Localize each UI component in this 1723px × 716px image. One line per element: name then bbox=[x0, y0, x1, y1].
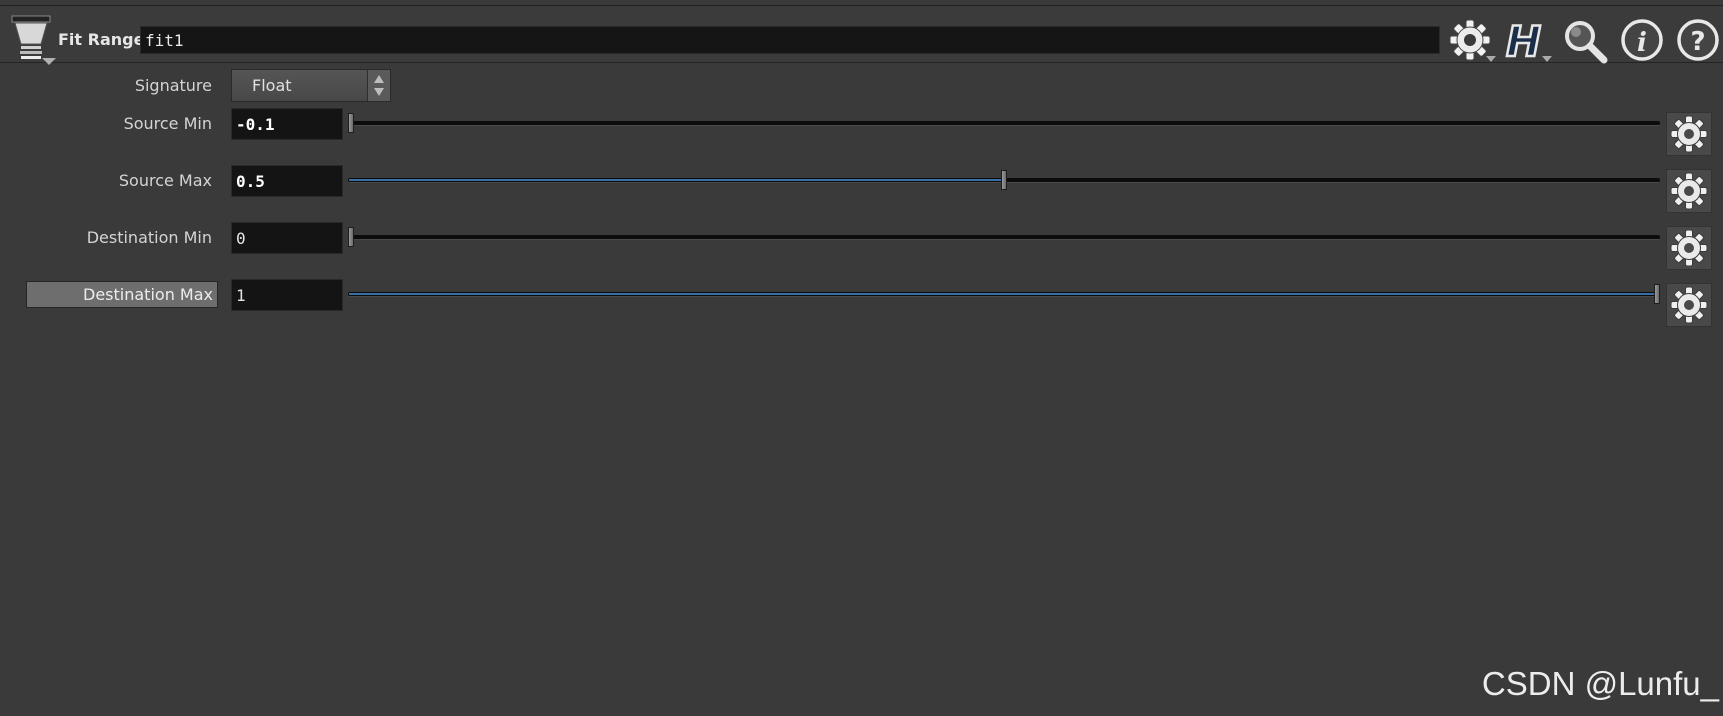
destination-max-label[interactable]: Destination Max bbox=[26, 281, 218, 308]
slider-fill bbox=[349, 293, 1659, 295]
fit-range-node-icon[interactable] bbox=[8, 14, 58, 66]
signature-select[interactable]: Float bbox=[231, 69, 391, 102]
destination-min-slider[interactable] bbox=[348, 227, 1660, 247]
source-max-field[interactable] bbox=[231, 165, 343, 197]
houdini-h-icon[interactable]: H bbox=[1504, 18, 1552, 66]
source-min-channel-gear-button[interactable] bbox=[1666, 112, 1712, 156]
help-icon[interactable]: ? bbox=[1674, 18, 1722, 66]
destination-max-field[interactable] bbox=[231, 279, 343, 311]
gear-icon bbox=[1670, 229, 1708, 267]
search-icon[interactable] bbox=[1562, 18, 1610, 66]
source-max-label: Source Max bbox=[118, 171, 212, 190]
source-min-slider[interactable] bbox=[348, 113, 1660, 133]
source-min-field[interactable] bbox=[231, 108, 343, 140]
slider-handle[interactable] bbox=[1654, 284, 1660, 304]
source-max-channel-gear-button[interactable] bbox=[1666, 169, 1712, 213]
slider-handle[interactable] bbox=[348, 113, 354, 133]
slider-fill bbox=[349, 179, 1003, 181]
source-max-slider[interactable] bbox=[348, 170, 1660, 190]
slider-handle[interactable] bbox=[1001, 170, 1007, 190]
slider-handle[interactable] bbox=[348, 227, 354, 247]
destination-max-channel-gear-button[interactable] bbox=[1666, 283, 1712, 327]
destination-min-channel-gear-button[interactable] bbox=[1666, 226, 1712, 270]
spinner-arrows-icon bbox=[367, 70, 390, 101]
node-type-label: Fit Range bbox=[58, 30, 145, 49]
slider-track bbox=[348, 235, 1660, 240]
gear-icon bbox=[1670, 115, 1708, 153]
node-name-input[interactable] bbox=[140, 26, 1440, 54]
svg-text:H: H bbox=[1506, 18, 1541, 66]
source-min-label: Source Min bbox=[123, 114, 212, 133]
signature-label: Signature bbox=[134, 76, 212, 95]
node-settings-gear-icon[interactable] bbox=[1448, 18, 1496, 66]
gear-icon bbox=[1670, 172, 1708, 210]
destination-min-label: Destination Min bbox=[86, 228, 212, 247]
slider-track bbox=[348, 121, 1660, 126]
gear-icon bbox=[1670, 286, 1708, 324]
info-icon[interactable]: i bbox=[1620, 18, 1668, 66]
destination-min-field[interactable] bbox=[231, 222, 343, 254]
svg-text:?: ? bbox=[1690, 27, 1705, 57]
signature-value: Float bbox=[252, 76, 292, 95]
svg-text:i: i bbox=[1637, 28, 1647, 58]
watermark: CSDN @Lunfu_ bbox=[1481, 665, 1719, 702]
parameter-header: Fit Range H i bbox=[0, 6, 1723, 66]
destination-max-slider[interactable] bbox=[348, 284, 1660, 304]
